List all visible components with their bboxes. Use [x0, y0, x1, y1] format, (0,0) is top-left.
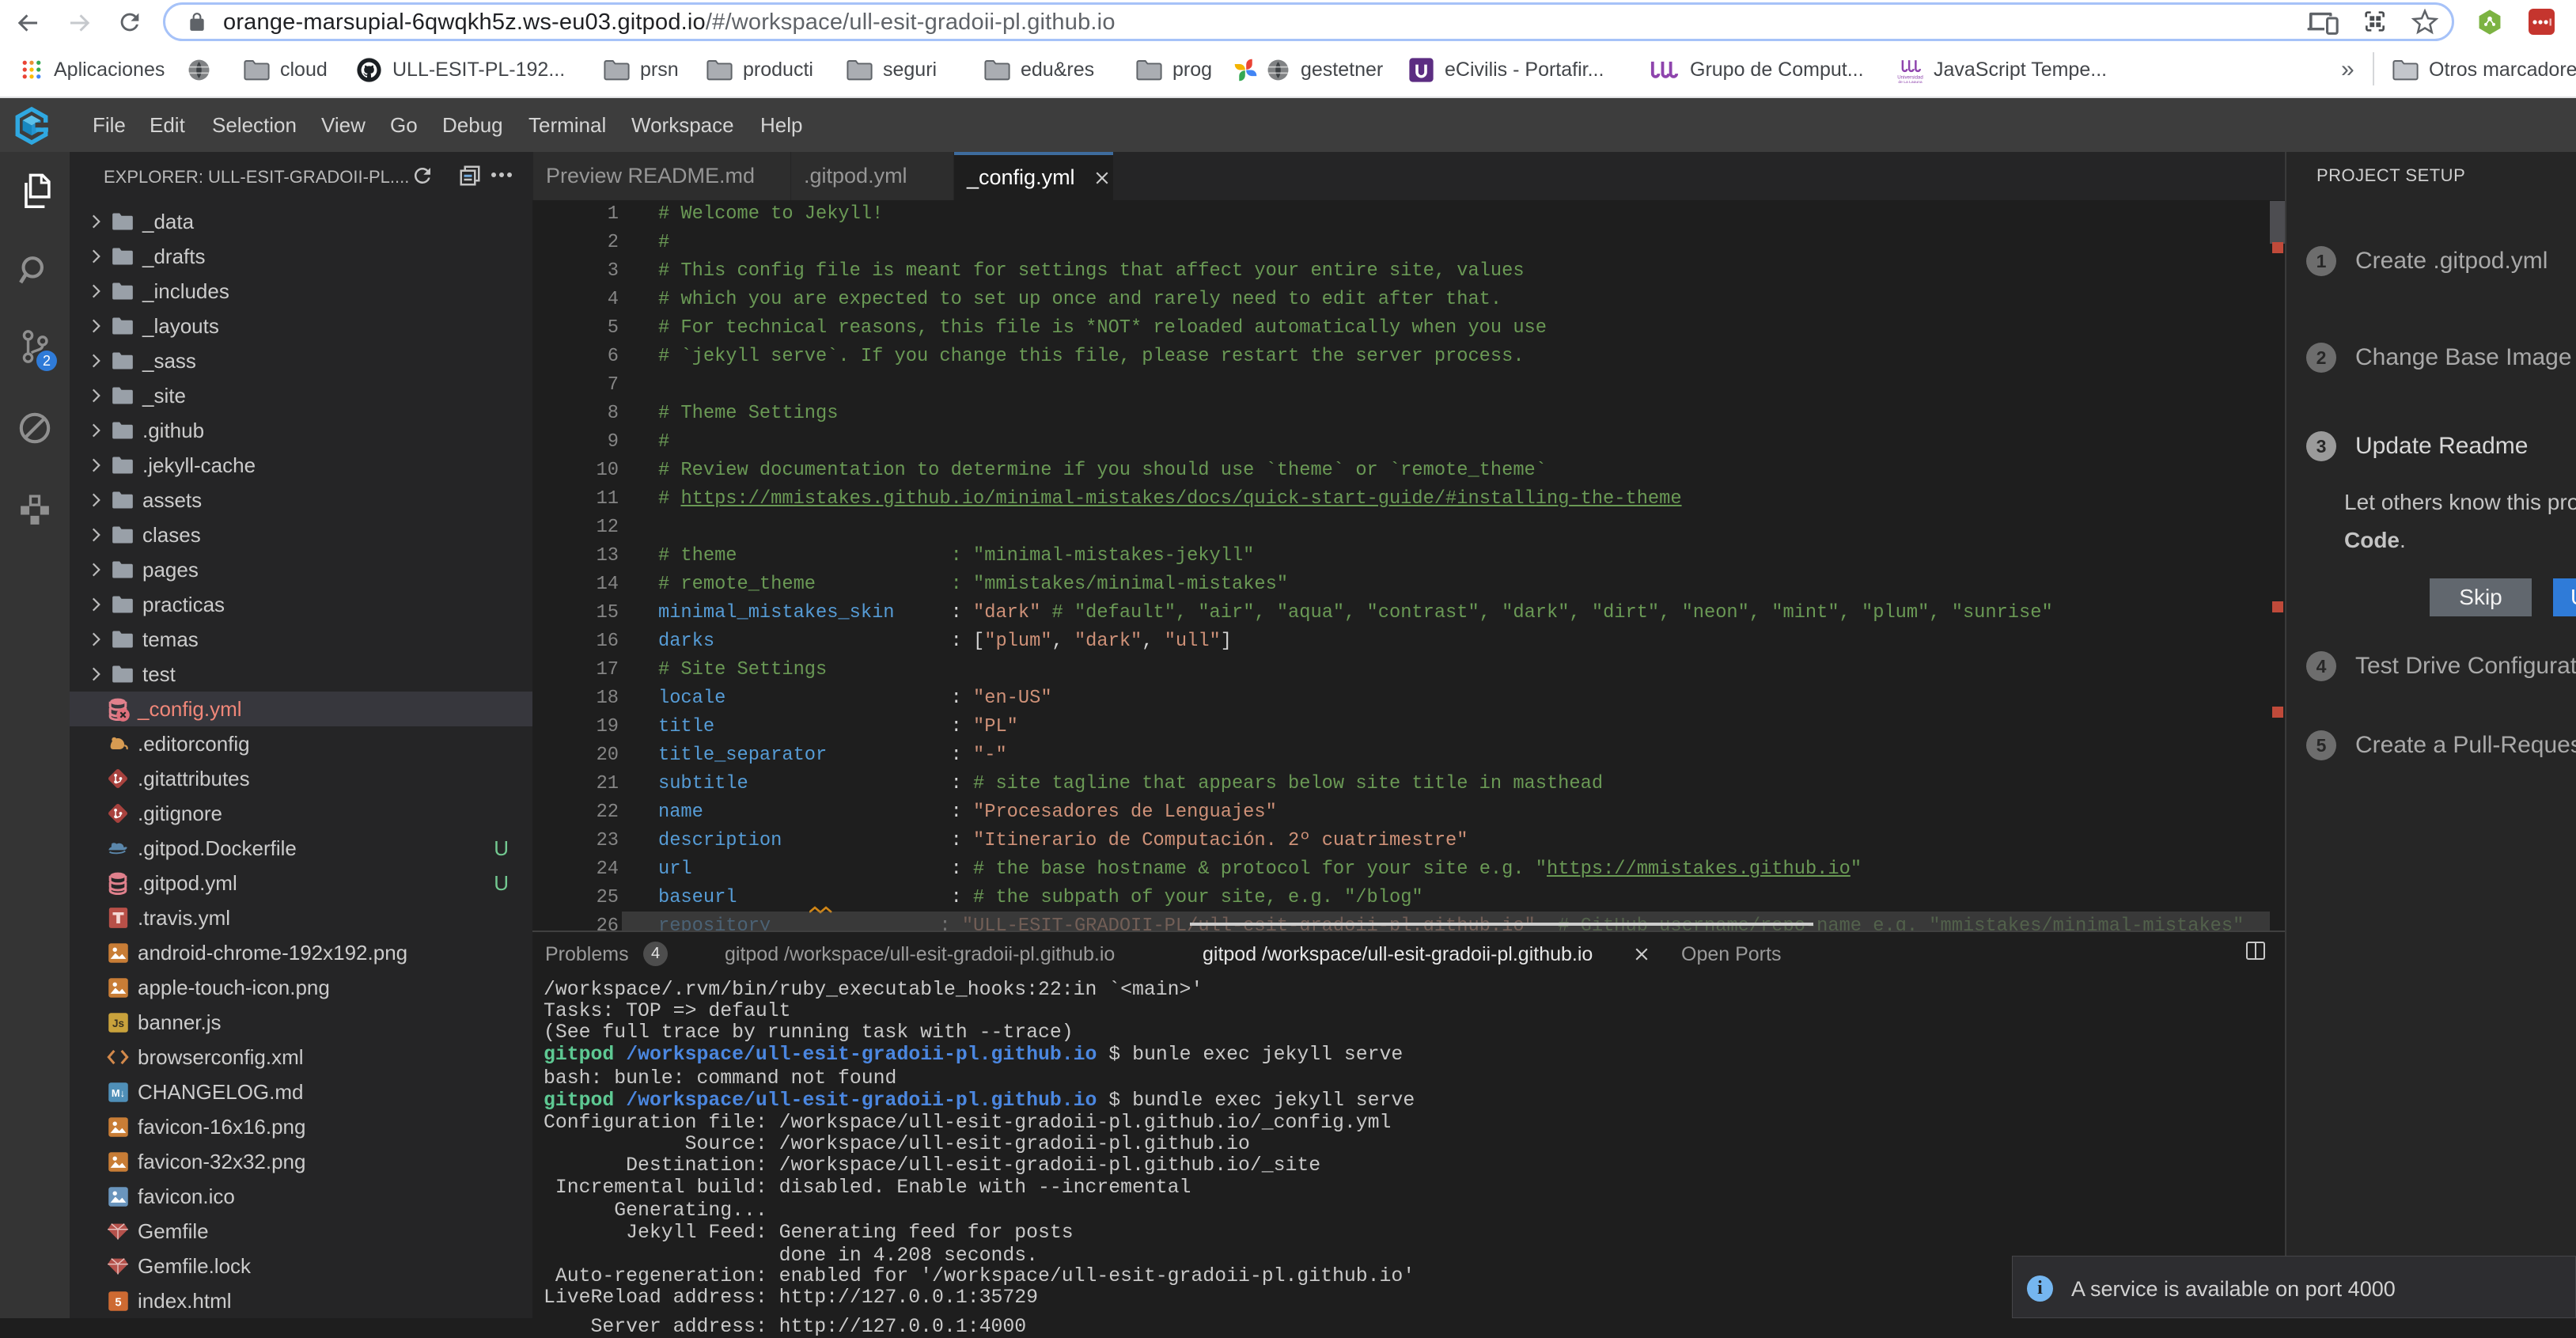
svg-text:Js: Js: [112, 1018, 123, 1029]
svg-text:Universidad: Universidad: [1897, 74, 1923, 80]
svg-text:M↓: M↓: [111, 1087, 124, 1099]
svg-text:5: 5: [115, 1296, 121, 1309]
svg-text:de La Laguna: de La Laguna: [1898, 80, 1922, 83]
